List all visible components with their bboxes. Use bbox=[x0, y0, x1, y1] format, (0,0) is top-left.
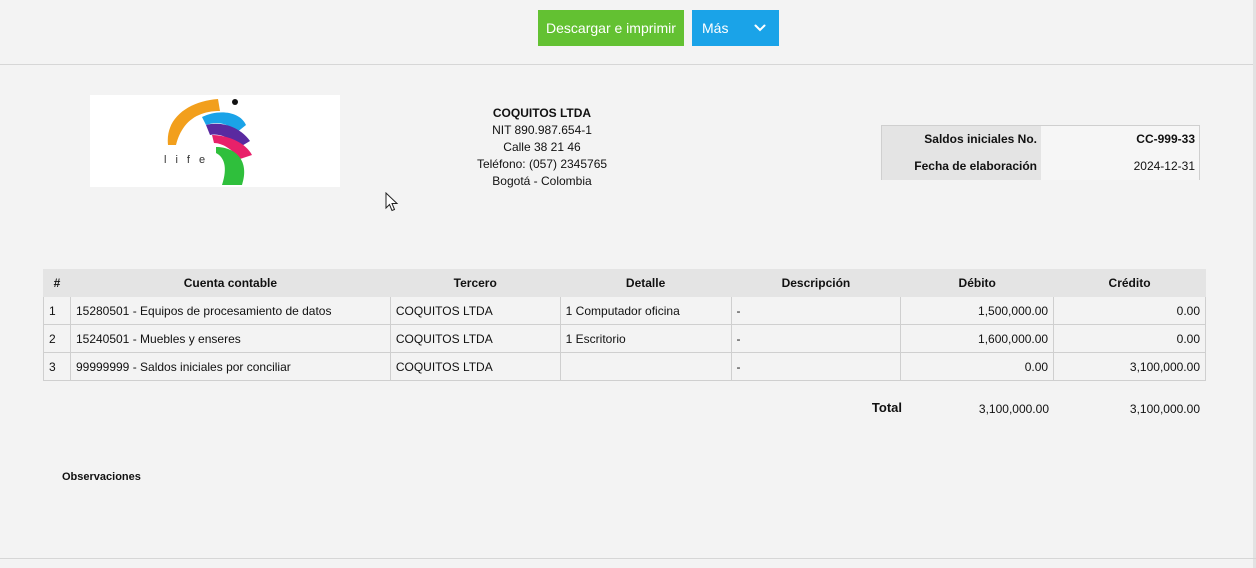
table-row: 1 15280501 - Equipos de procesamiento de… bbox=[43, 296, 1206, 325]
col-header-third-party: Tercero bbox=[389, 269, 561, 297]
col-header-debit: Débito bbox=[900, 269, 1055, 297]
company-name: COQUITOS LTDA bbox=[492, 106, 592, 120]
company-phone: Teléfono: (057) 2345765 bbox=[476, 157, 608, 171]
col-header-credit: Crédito bbox=[1053, 269, 1206, 297]
document-number-label: Saldos iniciales No. bbox=[882, 126, 1041, 153]
col-header-detail: Detalle bbox=[559, 269, 732, 297]
cell-detail: 1 Escritorio bbox=[559, 324, 732, 353]
cell-third-party: COQUITOS LTDA bbox=[389, 324, 561, 353]
cell-debit: 1,600,000.00 bbox=[900, 324, 1055, 353]
more-dropdown-button[interactable]: Más bbox=[692, 10, 779, 46]
company-nit: NIT 890.987.654-1 bbox=[492, 123, 592, 137]
document-info-box: Saldos iniciales No. CC-999-33 Fecha de … bbox=[881, 125, 1200, 180]
cell-third-party: COQUITOS LTDA bbox=[389, 296, 561, 325]
document-number-value: CC-999-33 bbox=[1041, 126, 1199, 153]
cell-account: 15240501 - Muebles y enseres bbox=[69, 324, 391, 353]
totals-row: Total 3,100,000.00 3,100,000.00 bbox=[0, 400, 1256, 420]
total-label: Total bbox=[871, 400, 902, 415]
cell-index: 1 bbox=[43, 296, 71, 325]
col-header-index: # bbox=[43, 269, 71, 297]
cell-account: 99999999 - Saldos iniciales por concilia… bbox=[69, 352, 391, 381]
document-date-row: Fecha de elaboración 2024-12-31 bbox=[882, 153, 1199, 180]
chevron-down-icon bbox=[753, 10, 767, 46]
cell-detail: 1 Computador oficina bbox=[559, 296, 732, 325]
cell-credit: 3,100,000.00 bbox=[1053, 352, 1206, 381]
logo-wordmark: life bbox=[164, 154, 214, 166]
cell-credit: 0.00 bbox=[1053, 324, 1206, 353]
table-header-row: # Cuenta contable Tercero Detalle Descri… bbox=[43, 269, 1206, 297]
more-button-label: Más bbox=[702, 20, 729, 36]
table-row: 2 15240501 - Muebles y enseres COQUITOS … bbox=[43, 324, 1206, 353]
cell-description: - bbox=[730, 352, 902, 381]
document-date-value: 2024-12-31 bbox=[1041, 153, 1199, 180]
document-date-label: Fecha de elaboración bbox=[882, 153, 1041, 180]
cell-debit: 0.00 bbox=[900, 352, 1055, 381]
bottom-divider bbox=[0, 558, 1256, 559]
table-row: 3 99999999 - Saldos iniciales por concil… bbox=[43, 352, 1206, 381]
company-logo: life bbox=[90, 95, 340, 187]
cell-index: 2 bbox=[43, 324, 71, 353]
cell-credit: 0.00 bbox=[1053, 296, 1206, 325]
cell-account: 15280501 - Equipos de procesamiento de d… bbox=[69, 296, 391, 325]
cell-third-party: COQUITOS LTDA bbox=[389, 352, 561, 381]
col-header-description: Descripción bbox=[730, 269, 902, 297]
company-city: Bogotá - Colombia bbox=[492, 174, 592, 188]
col-header-account: Cuenta contable bbox=[69, 269, 391, 297]
cell-description: - bbox=[730, 324, 902, 353]
entries-table: # Cuenta contable Tercero Detalle Descri… bbox=[43, 269, 1206, 381]
total-debit: 3,100,000.00 bbox=[978, 402, 1049, 416]
cell-description: - bbox=[730, 296, 902, 325]
company-info: COQUITOS LTDA NIT 890.987.654-1 Calle 38… bbox=[442, 105, 642, 190]
observations-label: Observaciones bbox=[62, 471, 141, 483]
company-address: Calle 38 21 46 bbox=[503, 140, 581, 154]
download-print-button[interactable]: Descargar e imprimir bbox=[538, 10, 684, 46]
mouse-cursor-icon bbox=[385, 191, 399, 212]
document-number-row: Saldos iniciales No. CC-999-33 bbox=[882, 126, 1199, 153]
cell-debit: 1,500,000.00 bbox=[900, 296, 1055, 325]
total-credit: 3,100,000.00 bbox=[1129, 402, 1200, 416]
cell-detail bbox=[559, 352, 732, 381]
top-toolbar: Descargar e imprimir Más bbox=[0, 0, 1256, 65]
cell-index: 3 bbox=[43, 352, 71, 381]
